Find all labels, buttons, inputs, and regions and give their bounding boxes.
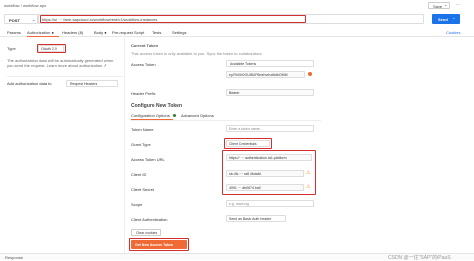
access-token-url-label: Access Token URL bbox=[131, 157, 165, 162]
warning-icon: ⚠ bbox=[306, 170, 311, 176]
token-name-placeholder: Enter a token name... bbox=[229, 127, 263, 131]
divider-left bbox=[7, 76, 123, 77]
tab-tests[interactable]: Tests bbox=[152, 30, 161, 35]
available-tokens-value: Available Tokens bbox=[230, 62, 257, 66]
panel-separator bbox=[124, 38, 125, 253]
access-token-label: Access Token bbox=[131, 62, 156, 67]
tab-body[interactable]: Body ● bbox=[94, 30, 107, 35]
grant-type-highlight bbox=[224, 138, 272, 149]
method-select[interactable]: POST ⌄ bbox=[4, 14, 38, 24]
client-secret-input[interactable]: 4091 ··· db0674 ba0 bbox=[226, 184, 304, 191]
client-secret-label: Client Secret bbox=[131, 187, 154, 192]
breadcrumb-request[interactable]: workflow apo bbox=[23, 3, 46, 8]
tab-authorization[interactable]: Authorization ● bbox=[27, 30, 54, 35]
new-token-divider bbox=[131, 120, 321, 121]
scope-input[interactable]: e.g. read:org bbox=[226, 200, 314, 207]
save-button[interactable]: Save ⌄ bbox=[428, 2, 450, 9]
tab-configuration-options[interactable]: Configuration Options bbox=[131, 113, 170, 118]
client-auth-value: Send as Basic Auth header bbox=[229, 217, 272, 221]
tab-headers[interactable]: Headers (8) bbox=[62, 30, 83, 35]
available-tokens-select[interactable]: Available Tokens bbox=[226, 60, 314, 67]
new-token-heading: Configure New Token bbox=[131, 103, 183, 109]
token-status-icon bbox=[308, 72, 312, 76]
url-text: https://s/ ··· farm.sapcloud.io/workflow… bbox=[42, 17, 158, 22]
tab-advanced-options[interactable]: Advanced Options bbox=[181, 113, 214, 118]
scope-placeholder: e.g. read:org bbox=[229, 202, 249, 206]
grant-type-label: Grant Type bbox=[131, 142, 151, 147]
auth-type-description: The authorization data will be automatic… bbox=[7, 58, 114, 68]
tab-settings[interactable]: Settings bbox=[172, 30, 186, 35]
client-auth-select[interactable]: Send as Basic Auth header bbox=[226, 215, 286, 222]
response-bar: Response CSDN @一往"SAP"的iPaaS bbox=[0, 253, 474, 261]
header-prefix-field[interactable]: Bearer bbox=[226, 89, 314, 96]
breadcrumb: workflow / workflow apo bbox=[4, 3, 46, 8]
tab-authorization-underline bbox=[27, 36, 59, 37]
request-tabs: Params Authorization ● Headers (8) Body … bbox=[0, 28, 474, 37]
client-secret-value: 4091 ··· db0674 ba0 bbox=[229, 186, 261, 190]
token-name-input[interactable]: Enter a token name... bbox=[226, 125, 314, 132]
clear-cookies-label: Clear cookies bbox=[136, 231, 158, 235]
access-token-value: ey.Rh0hOOUt5UP6mrhvrhzt6dbOMM bbox=[229, 73, 288, 77]
tab-pre-request-script[interactable]: Pre-request Script bbox=[112, 30, 144, 35]
client-id-value: sb-4fc ··· ra8 4bdafd bbox=[229, 172, 261, 176]
more-actions-icon[interactable]: ··· bbox=[456, 2, 460, 7]
warning-icon: ⚠ bbox=[306, 184, 311, 190]
send-button[interactable]: Send ⌄ bbox=[432, 14, 460, 24]
client-auth-label: Client Authentication bbox=[131, 217, 168, 222]
header-prefix-value: Bearer bbox=[229, 91, 240, 95]
type-label: Type bbox=[7, 46, 16, 51]
header-prefix-label: Header Prefix bbox=[131, 91, 156, 96]
current-token-desc: This access token is only available to y… bbox=[131, 51, 263, 56]
chevron-down-icon: ⌄ bbox=[32, 17, 36, 22]
access-token-field[interactable]: ey.Rh0hOOUt5UP6mrhvrhzt6dbOMM bbox=[226, 71, 305, 78]
current-token-heading: Current Token bbox=[131, 43, 159, 48]
get-token-highlight bbox=[129, 238, 189, 251]
breadcrumb-workspace[interactable]: workflow bbox=[4, 3, 20, 8]
cookies-link[interactable]: Cookies bbox=[446, 30, 460, 35]
method-label: POST bbox=[9, 18, 20, 23]
add-data-label: Add authorization data to bbox=[7, 81, 52, 86]
save-caret-icon[interactable]: ⌄ bbox=[444, 2, 447, 7]
response-label[interactable]: Response bbox=[5, 255, 23, 260]
scope-label: Scope bbox=[131, 202, 143, 207]
send-chevron-icon: ⌄ bbox=[452, 15, 456, 20]
config-tab-dot-icon bbox=[173, 114, 176, 117]
clear-cookies-button[interactable]: Clear cookies bbox=[131, 229, 161, 236]
add-data-value: Request Headers bbox=[70, 82, 98, 86]
breadcrumb-separator: / bbox=[20, 3, 22, 8]
token-name-label: Token Name bbox=[131, 127, 154, 132]
access-token-url-input[interactable]: https:// ··· authentication.ra1-platform bbox=[226, 154, 312, 161]
client-id-label: Client ID bbox=[131, 172, 147, 177]
save-label: Save bbox=[433, 4, 443, 9]
tab-params[interactable]: Params bbox=[7, 30, 21, 35]
send-label: Send bbox=[438, 17, 448, 22]
auth-type-highlight bbox=[37, 44, 66, 53]
access-token-url-value: https:// ··· authentication.ra1-platform bbox=[229, 156, 287, 160]
client-id-input[interactable]: sb-4fc ··· ra8 4bdafd bbox=[226, 170, 304, 177]
add-data-select[interactable]: Request Headers bbox=[66, 80, 118, 87]
